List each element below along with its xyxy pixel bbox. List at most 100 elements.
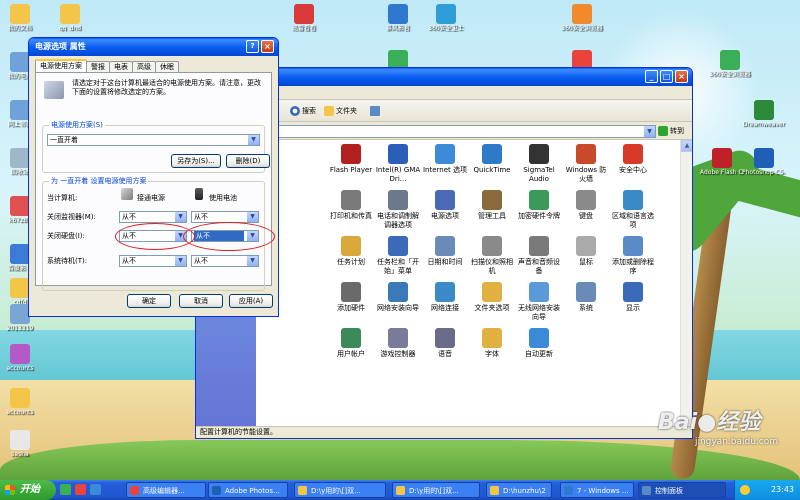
- quicklaunch-ie-icon[interactable]: [90, 484, 101, 495]
- ok-button[interactable]: 确定: [127, 294, 171, 308]
- views-icon: [370, 106, 380, 116]
- taskbar-button[interactable]: 高级编辑器...: [126, 482, 206, 498]
- save-as-button[interactable]: 另存为(S)...: [171, 154, 221, 168]
- quicklaunch-360-icon[interactable]: [60, 484, 71, 495]
- desktop-icon-label: accounts: [6, 365, 34, 372]
- close-icon[interactable]: ×: [675, 70, 688, 83]
- scheme-select[interactable]: 一直开着 ▼: [47, 134, 260, 146]
- player-icon: [564, 486, 573, 495]
- clock[interactable]: 23:43: [771, 485, 794, 494]
- desktop-icon[interactable]: 暴风影音: [376, 4, 420, 32]
- standby-plugged-select[interactable]: 从不 ▼: [119, 255, 187, 267]
- control-panel-item[interactable]: 添加或删除程序: [610, 236, 656, 276]
- tray-icon[interactable]: [740, 485, 750, 495]
- chevron-down-icon[interactable]: ▼: [247, 212, 258, 222]
- desktop-icon[interactable]: accounts: [0, 388, 42, 416]
- cancel-button[interactable]: 取消: [179, 294, 223, 308]
- folders-button[interactable]: 文件夹: [324, 104, 357, 118]
- minimize-icon[interactable]: _: [645, 70, 658, 83]
- control-panel-item[interactable]: 无线网络安装向导: [516, 282, 562, 322]
- desktop-icon[interactable]: 我的文档: [0, 4, 42, 32]
- control-panel-item[interactable]: 网络安装向导: [375, 282, 421, 313]
- chevron-down-icon[interactable]: ▼: [644, 126, 655, 137]
- vertical-scrollbar[interactable]: ▲: [680, 140, 692, 426]
- control-panel-item[interactable]: 自动更新: [516, 328, 562, 359]
- folder-icon: [298, 486, 307, 495]
- control-panel-item[interactable]: 用户帐户: [328, 328, 374, 359]
- desktop-icon[interactable]: 迅雷看看: [282, 4, 326, 32]
- desktop-icon[interactable]: 360安全浏览器: [708, 50, 752, 78]
- desktop-icon-label: 360安全浏览器: [709, 71, 751, 78]
- control-panel-item[interactable]: Internet 选项: [422, 144, 468, 175]
- go-button[interactable]: 转到: [658, 125, 688, 138]
- taskbar-button[interactable]: 控制面板: [638, 482, 726, 498]
- control-panel-item[interactable]: 任务栏和「开始」菜单: [375, 236, 421, 276]
- control-panel-item[interactable]: Flash Player: [328, 144, 374, 175]
- control-panel-item[interactable]: 扫描仪和照相机: [469, 236, 515, 276]
- control-panel-item[interactable]: 键盘: [563, 190, 609, 221]
- taskbar-button[interactable]: Adobe Photos...: [208, 482, 288, 498]
- control-panel-item[interactable]: QuickTime: [469, 144, 515, 175]
- monitor-battery-value: 从不: [194, 213, 208, 221]
- control-panel-item[interactable]: 安全中心: [610, 144, 656, 175]
- scroll-up-icon[interactable]: ▲: [681, 140, 692, 152]
- control-panel-item[interactable]: 电源选项: [422, 190, 468, 221]
- control-panel-item[interactable]: 声音和音频设备: [516, 236, 562, 276]
- desktop-icon[interactable]: qq_dnd: [48, 4, 92, 32]
- control-panel-item[interactable]: 网络连接: [422, 282, 468, 313]
- control-panel-item[interactable]: 日期和时间: [422, 236, 468, 267]
- desktop-icon[interactable]: Adobe Flash CS4 Prof...: [700, 148, 744, 176]
- chevron-down-icon[interactable]: ▼: [247, 256, 258, 266]
- taskbar-button[interactable]: D:\y用的\[]双...: [294, 482, 386, 498]
- monitor-plugged-select[interactable]: 从不 ▼: [119, 211, 187, 223]
- control-panel-item[interactable]: 电话和调制解调器选项: [375, 190, 421, 230]
- tab-power-schemes[interactable]: 电源使用方案: [35, 59, 87, 72]
- taskbar-button[interactable]: D:\y用的\[]双...: [392, 482, 480, 498]
- desktop-icon[interactable]: 360安全浏览器: [560, 4, 604, 32]
- chevron-down-icon[interactable]: ▼: [175, 256, 186, 266]
- start-button[interactable]: 开始: [0, 480, 56, 500]
- close-icon[interactable]: ×: [261, 40, 274, 53]
- control-panel-item[interactable]: 鼠标: [563, 236, 609, 267]
- desktop-icon-label: Photoshop CS4: [742, 169, 786, 176]
- delete-button[interactable]: 删除(D): [226, 154, 270, 168]
- views-button[interactable]: [370, 104, 382, 118]
- power-options-icon: [435, 190, 455, 210]
- watermark-url: jingyan.baidu.com: [694, 437, 778, 447]
- apply-button[interactable]: 应用(A): [229, 294, 273, 308]
- control-panel-item[interactable]: 打印机和传真: [328, 190, 374, 221]
- search-button[interactable]: 搜索: [290, 104, 316, 118]
- control-panel-item[interactable]: 文件夹选项: [469, 282, 515, 313]
- control-panel-item[interactable]: 任务计划: [328, 236, 374, 267]
- taskbar-button[interactable]: D:\hunzhu\2: [486, 482, 552, 498]
- control-panel-item[interactable]: 区域和语言选项: [610, 190, 656, 230]
- address-input[interactable]: ▼: [276, 125, 656, 138]
- desktop-icon[interactable]: Photoshop CS4: [742, 148, 786, 176]
- quicklaunch-chrome-icon[interactable]: [75, 484, 86, 495]
- control-panel-item[interactable]: SigmaTel Audio: [516, 144, 562, 184]
- control-panel-item[interactable]: Windows 防火墙: [563, 144, 609, 184]
- control-panel-item[interactable]: 显示: [610, 282, 656, 313]
- chevron-down-icon[interactable]: ▼: [175, 212, 186, 222]
- power-schemes-page: 请选定对于这台计算机最适合的电源使用方案。请注意，更改下面的设置将修改选定的方案…: [35, 72, 275, 291]
- control-panel-item[interactable]: Intel(R) GMA Dri...: [375, 144, 421, 184]
- control-panel-item[interactable]: 系统: [563, 282, 609, 313]
- desktop-icon[interactable]: sasha: [0, 430, 42, 458]
- dialog-titlebar[interactable]: 电源选项 属性 ? ×: [29, 38, 278, 56]
- power-options-dialog: 电源选项 属性 ? × 电源使用方案 警报 电表 高级 休眠 请选定对于这台计算机最适合…: [28, 37, 279, 317]
- help-icon[interactable]: ?: [246, 40, 259, 53]
- desktop-icon[interactable]: 360安全卫士: [424, 4, 468, 32]
- control-panel-item[interactable]: 加密硬件令牌: [516, 190, 562, 221]
- desktop-icon[interactable]: accounts: [0, 344, 42, 372]
- control-panel-item[interactable]: 字体: [469, 328, 515, 359]
- standby-battery-select[interactable]: 从不 ▼: [191, 255, 259, 267]
- chevron-down-icon[interactable]: ▼: [248, 135, 259, 145]
- control-panel-item[interactable]: 管理工具: [469, 190, 515, 221]
- control-panel-item[interactable]: 添加硬件: [328, 282, 374, 313]
- folder-icon: [324, 106, 334, 116]
- desktop-icon[interactable]: Dreamweaver: [742, 100, 786, 128]
- control-panel-item[interactable]: 语音: [422, 328, 468, 359]
- taskbar-button[interactable]: 7 - Windows ...: [560, 482, 634, 498]
- maximize-icon[interactable]: □: [660, 70, 673, 83]
- control-panel-item[interactable]: 游戏控制器: [375, 328, 421, 359]
